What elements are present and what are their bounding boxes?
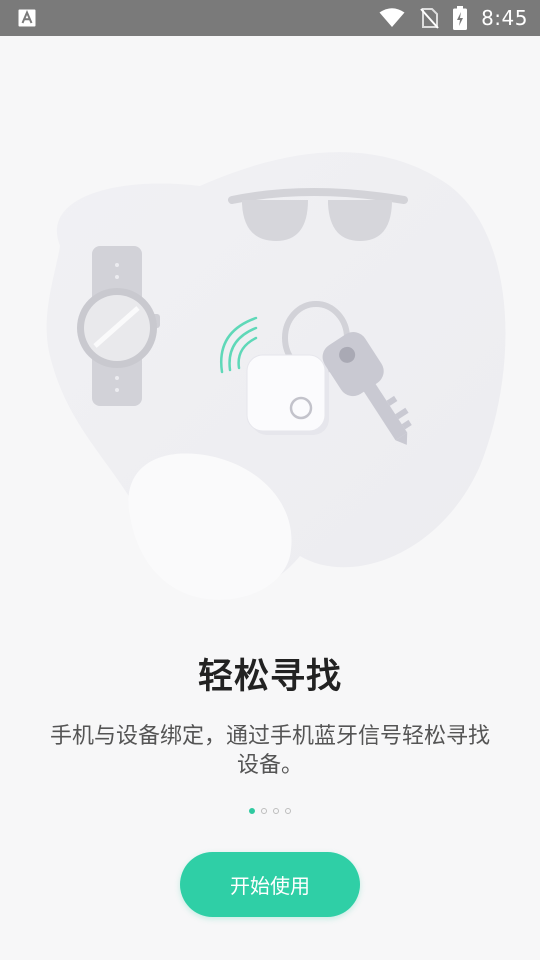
onboarding-title: 轻松寻找	[197, 657, 342, 697]
page-dot-2	[261, 808, 267, 814]
wifi-icon	[379, 8, 405, 27]
onboarding-illustration	[46, 152, 506, 600]
status-bar: 8:45	[0, 0, 540, 36]
page-dot-4	[285, 808, 291, 814]
start-button-label: 开始使用	[230, 874, 310, 898]
page-indicator	[0, 808, 540, 814]
no-sim-icon	[420, 8, 439, 29]
onboarding-description: 手机与设备绑定，通过手机蓝牙信号轻松寻找设备。	[50, 724, 491, 778]
tracker-tag-icon	[246, 354, 329, 435]
a-icon	[18, 9, 36, 27]
status-time: 8:45	[481, 6, 528, 30]
start-button[interactable]: 开始使用	[180, 852, 360, 917]
battery-icon	[453, 6, 468, 30]
page-dot-1	[249, 808, 255, 814]
page-dot-3	[273, 808, 279, 814]
